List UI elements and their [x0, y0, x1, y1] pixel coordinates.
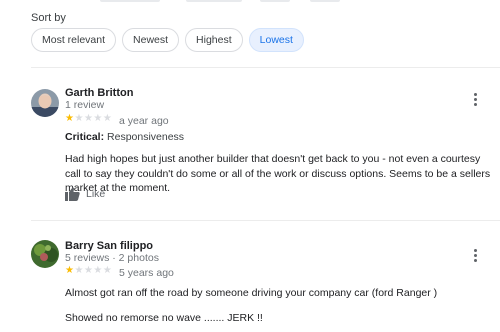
- sort-highest-chip[interactable]: Highest: [185, 28, 243, 52]
- reviewer-meta[interactable]: 1 review: [65, 99, 104, 111]
- critical-label: Critical:: [65, 131, 105, 143]
- reviewer-avatar[interactable]: [31, 240, 59, 268]
- review-card: Barry San filippo 5 reviews · 2 photos ★…: [31, 240, 500, 332]
- avatar-photo-icon: [31, 240, 59, 268]
- top-toolbar-remnant: [186, 0, 242, 2]
- top-toolbar-remnant: [260, 0, 290, 2]
- reviewer-avatar[interactable]: [31, 89, 59, 117]
- more-vert-icon[interactable]: [473, 93, 477, 106]
- avatar-photo-icon: [31, 89, 59, 117]
- star-icon-empty: ★: [74, 265, 84, 276]
- more-vert-icon[interactable]: [473, 249, 477, 262]
- thumbs-up-icon: [65, 187, 80, 201]
- top-toolbar-remnant: [310, 0, 340, 2]
- sort-by-label: Sort by: [31, 12, 66, 24]
- sort-newest-chip[interactable]: Newest: [122, 28, 180, 52]
- sort-most-relevant-chip[interactable]: Most relevant: [31, 28, 117, 52]
- star-icon-empty: ★: [83, 113, 94, 124]
- review-text-line: Almost got ran off the road by someone d…: [65, 287, 438, 299]
- review-text-line: Showed no remorse no wave ....... JERK !…: [65, 312, 263, 324]
- like-label: Like: [86, 188, 106, 200]
- star-icon-empty: ★: [102, 113, 113, 124]
- star-icon-empty: ★: [93, 113, 103, 124]
- review-time: 5 years ago: [119, 267, 174, 279]
- reviewer-name[interactable]: Barry San filippo: [65, 240, 153, 252]
- star-icon-empty: ★: [93, 265, 103, 276]
- star-icon-empty: ★: [74, 113, 84, 124]
- critical-value: Responsiveness: [107, 131, 185, 143]
- star-icon-empty: ★: [102, 265, 113, 276]
- review-text: Had high hopes but just another builder …: [65, 153, 491, 194]
- review-card: Garth Britton 1 review ★★★★★ a year ago …: [31, 86, 500, 206]
- reviewer-name[interactable]: Garth Britton: [65, 87, 133, 99]
- sort-lowest-chip[interactable]: Lowest: [248, 28, 304, 52]
- divider: [31, 220, 500, 221]
- like-button[interactable]: Like: [65, 187, 105, 201]
- critical-attribute: Critical: Responsiveness: [65, 131, 184, 143]
- reviewer-meta[interactable]: 5 reviews · 2 photos: [65, 252, 159, 264]
- star-icon-empty: ★: [83, 265, 94, 276]
- top-toolbar-remnant: [100, 0, 160, 2]
- divider: [31, 67, 500, 68]
- sort-chips: Most relevant Newest Highest Lowest: [31, 28, 304, 52]
- review-time: a year ago: [119, 115, 169, 127]
- rating-stars: ★★★★★: [65, 265, 112, 276]
- rating-stars: ★★★★★: [65, 113, 112, 124]
